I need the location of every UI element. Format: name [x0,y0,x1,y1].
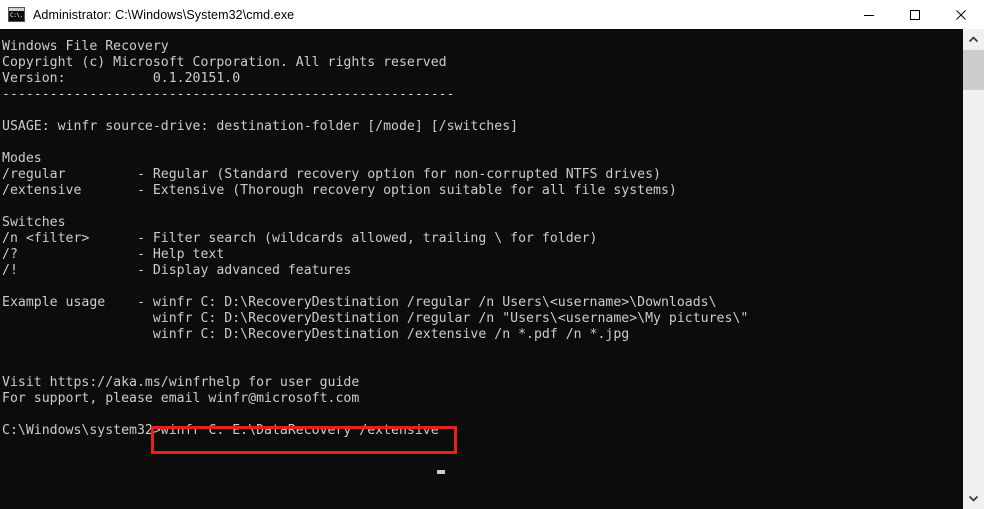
text-cursor [437,470,445,474]
minimize-button[interactable] [846,0,892,29]
console-output-area[interactable]: Windows File Recovery Copyright (c) Micr… [0,29,962,509]
console-text: Windows File Recovery Copyright (c) Micr… [2,39,749,438]
cmd-window: C:\. Administrator: C:\Windows\System32\… [0,0,984,509]
window-controls [846,0,984,29]
window-title: Administrator: C:\Windows\System32\cmd.e… [33,7,295,22]
scroll-down-arrow-icon[interactable] [963,488,984,509]
vertical-scrollbar[interactable] [962,29,984,509]
cmd-console-icon: C:\. [8,7,25,22]
maximize-button[interactable] [892,0,938,29]
scroll-up-arrow-icon[interactable] [963,29,984,50]
scrollbar-track[interactable] [963,90,984,488]
title-bar[interactable]: C:\. Administrator: C:\Windows\System32\… [0,0,984,29]
scrollbar-thumb[interactable] [963,50,984,90]
cmd-icon-glyph: C:\. [10,12,23,19]
close-button[interactable] [938,0,984,29]
